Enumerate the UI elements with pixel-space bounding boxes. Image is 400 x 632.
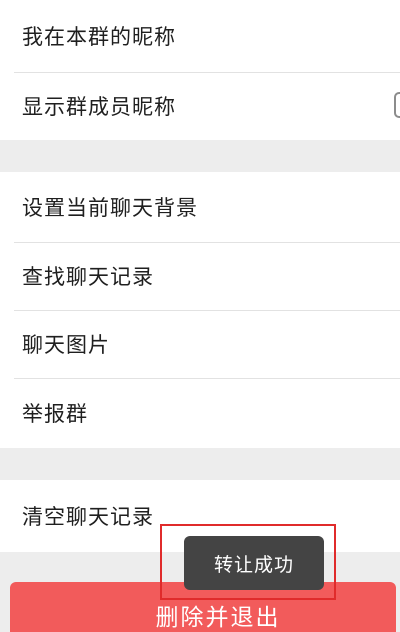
- set-chat-background-item[interactable]: 设置当前聊天背景: [0, 172, 400, 242]
- report-group-item[interactable]: 举报群: [0, 378, 400, 448]
- annotation-highlight-box: [160, 524, 336, 600]
- settings-group-chat: 设置当前聊天背景 查找聊天记录 聊天图片 举报群: [0, 172, 400, 448]
- settings-group-nickname: 我在本群的昵称 显示群成员昵称: [0, 0, 400, 140]
- chat-images-item[interactable]: 聊天图片: [0, 310, 400, 378]
- delete-and-exit-label: 删除并退出: [155, 605, 281, 631]
- show-member-nicknames-item[interactable]: 显示群成员昵称: [0, 72, 400, 140]
- chat-images-label: 聊天图片: [22, 333, 110, 357]
- show-member-nicknames-label: 显示群成员昵称: [22, 95, 176, 119]
- group-settings-screen: 我在本群的昵称 显示群成员昵称 设置当前聊天背景 查找聊天记录 聊天图片 举报群…: [0, 0, 400, 632]
- set-chat-background-label: 设置当前聊天背景: [22, 196, 198, 220]
- search-chat-history-item[interactable]: 查找聊天记录: [0, 242, 400, 310]
- search-chat-history-label: 查找聊天记录: [22, 265, 154, 289]
- my-group-nickname-item[interactable]: 我在本群的昵称: [0, 0, 400, 72]
- toggle-switch-icon[interactable]: [394, 92, 400, 118]
- clear-chat-history-label: 清空聊天记录: [22, 505, 154, 529]
- my-group-nickname-label: 我在本群的昵称: [22, 25, 176, 49]
- report-group-label: 举报群: [22, 402, 88, 426]
